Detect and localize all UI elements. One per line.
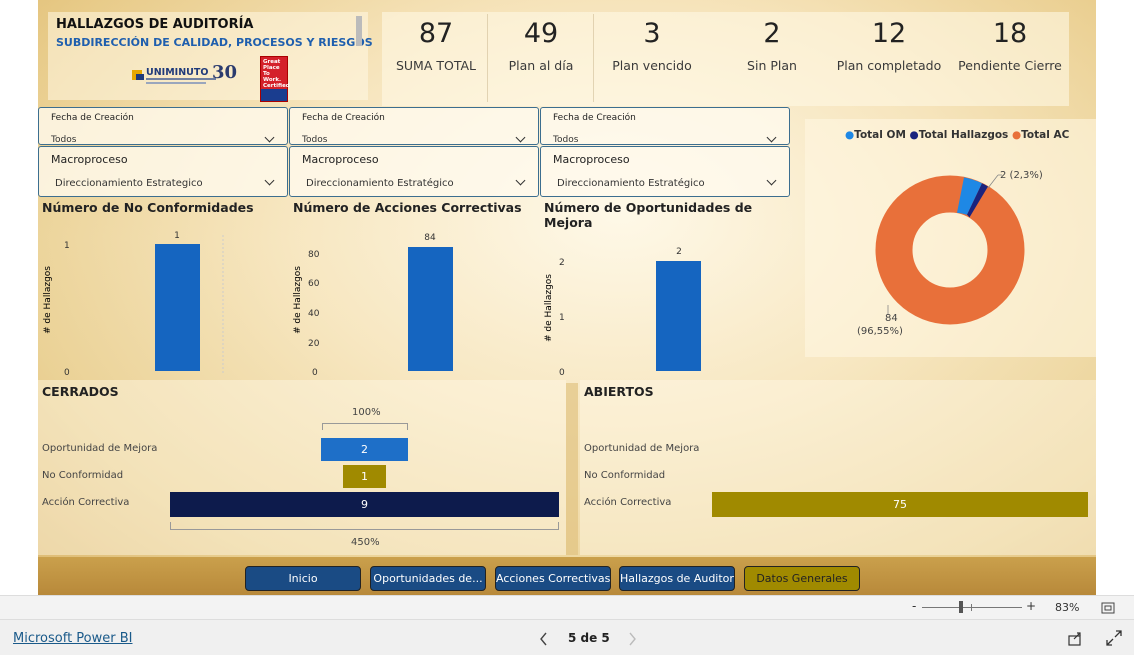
funnel-bar-ac-open[interactable]: 75: [712, 492, 1088, 517]
row-label: Acción Correctiva: [584, 497, 672, 508]
y-tick-label: 1: [64, 241, 70, 251]
data-label: 84: [424, 233, 436, 243]
kpi-value: 12: [871, 18, 907, 49]
nav-button-datos-generales[interactable]: Datos Generales: [744, 566, 860, 591]
y-axis-label: # de Hallazgos: [544, 274, 554, 342]
kpi-label: Pendiente Cierre: [958, 58, 1062, 73]
status-bar: - + 83%: [0, 595, 1134, 619]
report-canvas: HALLAZGOS DE AUDITORÍA SUBDIRECCIÓN DE C…: [38, 0, 1096, 595]
zoom-level: 83%: [1055, 601, 1080, 614]
donut-slice-total-ac[interactable]: [875, 175, 1025, 325]
y-tick-label: 0: [64, 368, 70, 378]
zoom-slider-track[interactable]: [922, 607, 1022, 608]
bar[interactable]: [155, 244, 200, 371]
data-label: 2: [676, 247, 682, 257]
y-tick-label: 2: [559, 258, 565, 268]
kpi-value: 18: [992, 18, 1028, 49]
donut-chart[interactable]: 2 (2,3%) 84 (96,55%): [805, 119, 1096, 357]
funnel-bar-ac[interactable]: 9: [170, 492, 559, 517]
bar[interactable]: [408, 247, 453, 371]
row-label: Acción Correctiva: [42, 497, 130, 508]
row-label: No Conformidad: [42, 470, 124, 481]
row-label: No Conformidad: [584, 470, 666, 481]
footer-bar: Microsoft Power BI 5 de 5: [0, 619, 1134, 655]
zoom-in-button[interactable]: +: [1026, 599, 1036, 613]
open-panel: ABIERTOS Oportunidad de Mejora No Confor…: [580, 380, 1096, 555]
y-tick-label: 60: [308, 279, 320, 289]
row-label: Oportunidad de Mejora: [584, 443, 700, 454]
y-tick-label: 0: [559, 368, 565, 378]
power-bi-link[interactable]: Microsoft Power BI: [13, 631, 132, 646]
section-title-abiertos: ABIERTOS: [584, 384, 654, 399]
nav-button-hallazgos[interactable]: Hallazgos de Auditoría: [619, 566, 735, 591]
chart-oportunidades-mejora[interactable]: # de Hallazgos 2 1 0 2: [544, 247, 701, 378]
y-tick-label: 40: [308, 309, 320, 319]
bar[interactable]: [656, 261, 701, 371]
donut-label-ac-value: 84: [885, 313, 898, 324]
share-icon[interactable]: [1067, 630, 1083, 646]
section-title-cerrados: CERRADOS: [42, 384, 119, 399]
page-indicator: 5 de 5: [568, 631, 610, 645]
funnel-bar-nc[interactable]: 1: [343, 465, 386, 488]
row-label: Oportunidad de Mejora: [42, 443, 158, 454]
y-tick-label: 20: [308, 339, 320, 349]
nav-button-oportunidades[interactable]: Oportunidades de...: [370, 566, 486, 591]
fullscreen-icon[interactable]: [1106, 630, 1122, 646]
chart-no-conformidades[interactable]: # de Hallazgos 1 0 1: [43, 231, 224, 378]
y-tick-label: 1: [559, 313, 565, 323]
donut-panel: ●Total OM ●Total Hallazgos ●Total AC 2 (…: [805, 119, 1096, 357]
kpi-plan-completado: 12 Plan completado: [834, 14, 944, 73]
bottom-percentage-label: 450%: [351, 537, 380, 548]
chart-acciones-correctivas[interactable]: # de Hallazgos 80 60 40 20 0 84: [293, 233, 453, 378]
chevron-right-icon[interactable]: [627, 632, 637, 646]
y-tick-label: 0: [312, 368, 318, 378]
donut-label-om: 2 (2,3%): [1000, 170, 1043, 181]
top-percentage-label: 100%: [352, 407, 381, 418]
donut-label-ac-pct: (96,55%): [857, 326, 903, 337]
nav-button-inicio[interactable]: Inicio: [245, 566, 361, 591]
y-axis-label: # de Hallazgos: [293, 266, 303, 334]
kpi-pendiente-cierre: 18 Pendiente Cierre: [956, 14, 1064, 73]
fit-to-page-icon[interactable]: [1101, 602, 1115, 614]
closed-panel: CERRADOS Oportunidad de Mejora No Confor…: [38, 380, 566, 555]
data-label: 1: [174, 231, 180, 241]
section-divider: [566, 383, 578, 555]
chevron-left-icon[interactable]: [539, 632, 549, 646]
bar-charts: # de Hallazgos 1 0 1 # de Hallazgos 80 6…: [43, 231, 701, 378]
funnel-bar-om[interactable]: 2: [321, 438, 408, 461]
nav-button-acciones-correctivas[interactable]: Acciones Correctivas: [495, 566, 611, 591]
zoom-out-button[interactable]: -: [912, 599, 916, 613]
kpi-label: Plan completado: [836, 58, 942, 73]
y-axis-label: # de Hallazgos: [43, 266, 53, 334]
zoom-slider-thumb[interactable]: [959, 601, 963, 613]
y-tick-label: 80: [308, 250, 320, 260]
